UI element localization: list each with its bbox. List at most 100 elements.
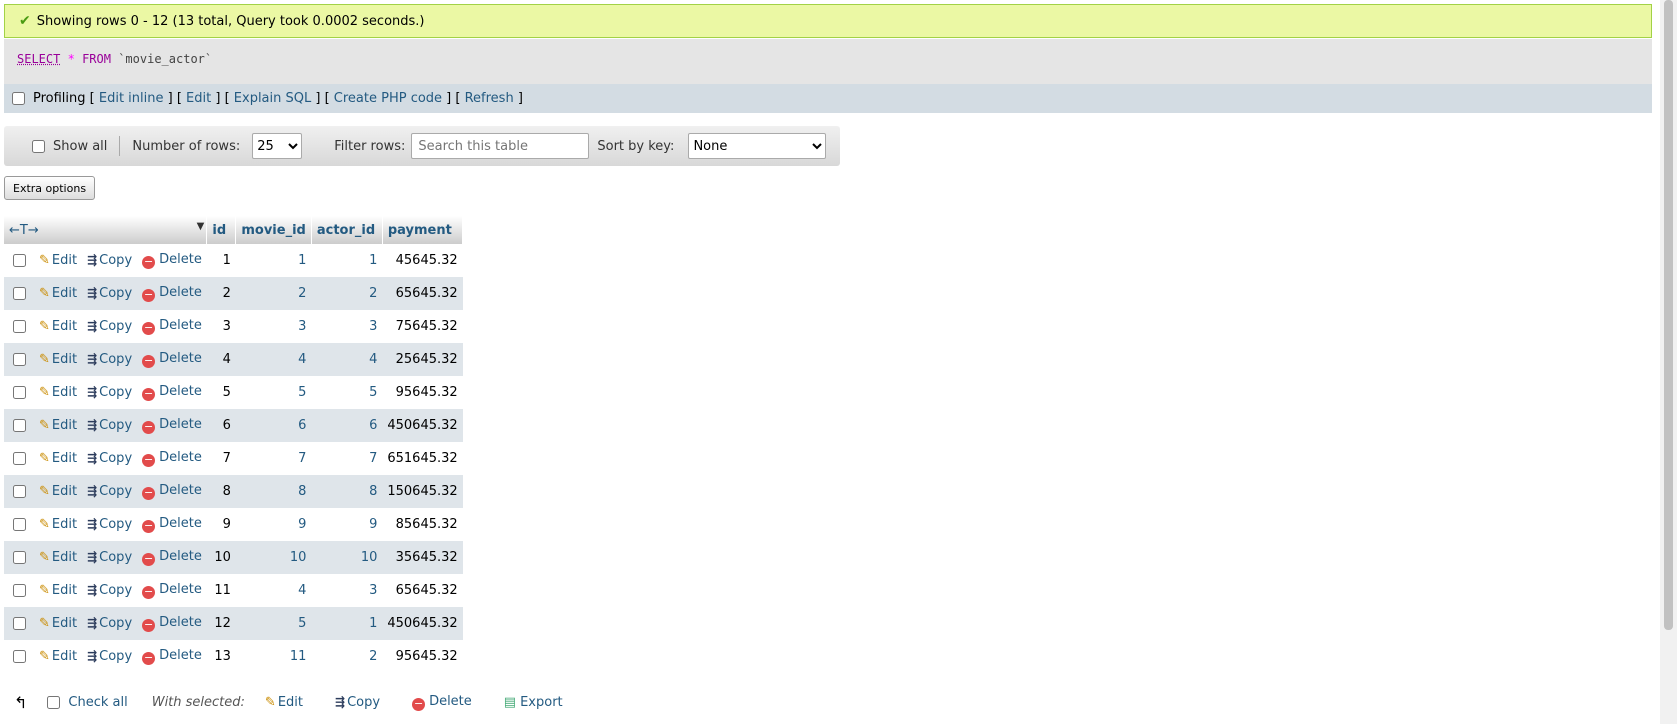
row-delete-button[interactable]: − Delete — [137, 244, 207, 277]
row-checkbox[interactable] — [13, 253, 26, 267]
column-header-actor-id[interactable]: actor_id — [311, 216, 383, 244]
row-checkbox[interactable] — [13, 517, 26, 531]
row-copy-button[interactable]: ⇶ Copy — [82, 376, 138, 409]
cell-movie-id[interactable]: 4 — [235, 343, 312, 376]
refresh-link[interactable]: Refresh — [465, 91, 514, 106]
cell-actor-id[interactable]: 10 — [311, 541, 383, 574]
row-delete-button[interactable]: − Delete — [137, 607, 207, 640]
cell-movie-id[interactable]: 5 — [235, 376, 312, 409]
row-delete-button[interactable]: − Delete — [137, 508, 207, 541]
cell-movie-id[interactable]: 1 — [235, 244, 312, 277]
sql-select-keyword[interactable]: SELECT — [17, 52, 60, 66]
row-copy-button[interactable]: ⇶ Copy — [82, 574, 138, 607]
cell-actor-id[interactable]: 8 — [311, 475, 383, 508]
row-delete-button[interactable]: − Delete — [137, 442, 207, 475]
profiling-checkbox[interactable] — [12, 92, 25, 105]
row-copy-button[interactable]: ⇶ Copy — [82, 508, 138, 541]
row-copy-button[interactable]: ⇶ Copy — [82, 343, 138, 376]
row-delete-button[interactable]: − Delete — [137, 640, 207, 673]
row-checkbox[interactable] — [13, 484, 26, 498]
row-edit-button[interactable]: ✎ Edit — [34, 640, 83, 673]
cell-movie-id[interactable]: 11 — [235, 640, 312, 673]
row-checkbox[interactable] — [13, 616, 26, 630]
cell-movie-id[interactable]: 8 — [235, 475, 312, 508]
cell-movie-id[interactable]: 7 — [235, 442, 312, 475]
cell-actor-id[interactable]: 2 — [311, 277, 383, 310]
row-copy-button[interactable]: ⇶ Copy — [82, 607, 138, 640]
scrollbar-thumb[interactable] — [1664, 0, 1673, 630]
row-checkbox[interactable] — [13, 286, 26, 300]
row-checkbox[interactable] — [13, 649, 26, 663]
cell-actor-id[interactable]: 9 — [311, 508, 383, 541]
cell-movie-id[interactable]: 4 — [235, 574, 312, 607]
footer-export-button[interactable]: ▤ Export — [504, 695, 563, 710]
row-checkbox[interactable] — [13, 550, 26, 564]
row-edit-button[interactable]: ✎ Edit — [34, 409, 83, 442]
extra-options-button[interactable]: Extra options — [4, 176, 96, 200]
number-of-rows-select[interactable]: 25 — [252, 133, 303, 159]
dropdown-triangle-icon[interactable]: ▼ — [197, 221, 205, 232]
row-delete-button[interactable]: − Delete — [137, 475, 207, 508]
row-copy-button[interactable]: ⇶ Copy — [82, 277, 138, 310]
column-header-id[interactable]: id — [206, 216, 237, 244]
cell-actor-id[interactable]: 7 — [311, 442, 383, 475]
row-delete-button[interactable]: − Delete — [137, 541, 207, 574]
row-edit-button[interactable]: ✎ Edit — [34, 277, 83, 310]
create-php-code-link[interactable]: Create PHP code — [334, 91, 442, 106]
row-edit-button[interactable]: ✎ Edit — [34, 442, 83, 475]
cell-actor-id[interactable]: 1 — [311, 244, 383, 277]
column-arrows-icon[interactable]: ←T→ — [9, 223, 39, 238]
cell-actor-id[interactable]: 2 — [311, 640, 383, 673]
row-checkbox[interactable] — [13, 451, 26, 465]
row-edit-button[interactable]: ✎ Edit — [34, 574, 83, 607]
row-edit-button[interactable]: ✎ Edit — [34, 343, 83, 376]
row-copy-button[interactable]: ⇶ Copy — [82, 541, 138, 574]
row-copy-button[interactable]: ⇶ Copy — [82, 409, 138, 442]
cell-actor-id[interactable]: 4 — [311, 343, 383, 376]
row-copy-button[interactable]: ⇶ Copy — [82, 640, 138, 673]
vertical-scrollbar[interactable] — [1660, 0, 1677, 724]
row-copy-button[interactable]: ⇶ Copy — [82, 244, 138, 277]
show-all-checkbox[interactable] — [32, 139, 45, 153]
row-copy-button[interactable]: ⇶ Copy — [82, 475, 138, 508]
cell-actor-id[interactable]: 3 — [311, 574, 383, 607]
row-edit-button[interactable]: ✎ Edit — [34, 475, 83, 508]
row-checkbox[interactable] — [13, 583, 26, 597]
row-checkbox[interactable] — [13, 352, 26, 366]
row-copy-button[interactable]: ⇶ Copy — [82, 310, 138, 343]
column-header-movie-id[interactable]: movie_id — [235, 216, 312, 244]
cell-movie-id[interactable]: 3 — [235, 310, 312, 343]
cell-movie-id[interactable]: 10 — [235, 541, 312, 574]
row-edit-button[interactable]: ✎ Edit — [34, 508, 83, 541]
footer-delete-button[interactable]: − Delete — [412, 694, 472, 711]
filter-rows-input[interactable] — [411, 133, 590, 159]
row-checkbox[interactable] — [13, 385, 26, 399]
cell-actor-id[interactable]: 1 — [311, 607, 383, 640]
row-copy-button[interactable]: ⇶ Copy — [82, 442, 138, 475]
column-header-payment[interactable]: payment — [382, 216, 464, 244]
row-checkbox[interactable] — [13, 418, 26, 432]
row-edit-button[interactable]: ✎ Edit — [34, 541, 83, 574]
footer-edit-button[interactable]: ✎ Edit — [265, 695, 303, 710]
cell-actor-id[interactable]: 6 — [311, 409, 383, 442]
row-edit-button[interactable]: ✎ Edit — [34, 310, 83, 343]
row-delete-button[interactable]: − Delete — [137, 277, 207, 310]
cell-movie-id[interactable]: 6 — [235, 409, 312, 442]
row-edit-button[interactable]: ✎ Edit — [34, 376, 83, 409]
row-delete-button[interactable]: − Delete — [137, 376, 207, 409]
cell-movie-id[interactable]: 2 — [235, 277, 312, 310]
cell-actor-id[interactable]: 5 — [311, 376, 383, 409]
row-edit-button[interactable]: ✎ Edit — [34, 607, 83, 640]
cell-movie-id[interactable]: 5 — [235, 607, 312, 640]
sort-by-key-select[interactable]: None — [688, 133, 827, 159]
cell-movie-id[interactable]: 9 — [235, 508, 312, 541]
explain-sql-link[interactable]: Explain SQL — [234, 91, 311, 106]
check-all-checkbox[interactable] — [47, 696, 61, 709]
row-edit-button[interactable]: ✎ Edit — [34, 244, 83, 277]
cell-actor-id[interactable]: 3 — [311, 310, 383, 343]
check-all-label[interactable]: Check all — [68, 695, 127, 710]
row-delete-button[interactable]: − Delete — [137, 343, 207, 376]
row-delete-button[interactable]: − Delete — [137, 574, 207, 607]
row-delete-button[interactable]: − Delete — [137, 310, 207, 343]
edit-inline-link[interactable]: Edit inline — [99, 91, 164, 106]
